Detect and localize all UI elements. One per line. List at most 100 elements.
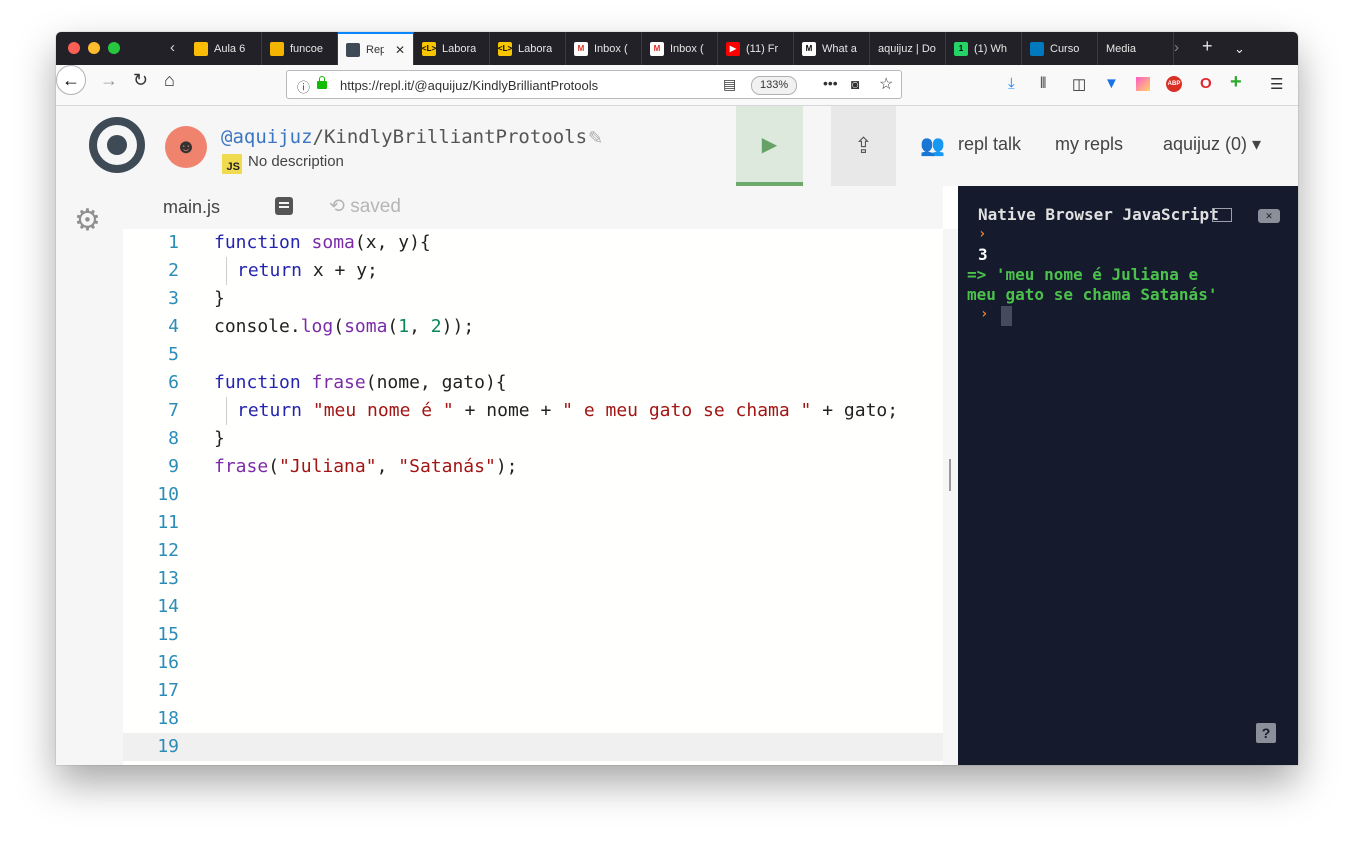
code-token: , [409,316,431,337]
language-badge: JS [222,154,242,174]
tab-label: Inbox ( [594,42,628,55]
downloads-icon[interactable]: ⤓ [1008,75,1015,92]
tab-scroll-right-icon[interactable]: › [1174,39,1179,56]
library-icon[interactable]: ⫴ [1040,75,1046,92]
repl-title[interactable]: @aquijuz/KindlyBrilliantProtools [221,126,587,148]
code-token: } [214,288,225,309]
share-button[interactable]: ⇪ [831,106,896,186]
back-button[interactable]: ← [56,65,86,95]
forward-button[interactable]: → [100,70,118,91]
edit-pencil-icon[interactable]: ✎ [588,128,603,149]
browser-tab[interactable]: <L> Labora [490,32,566,65]
code-token: frase [311,372,366,393]
console-pane[interactable]: Native Browser JavaScript ✕ › 3 => 'meu … [958,186,1298,765]
code-editor[interactable]: 1 2 3 4 5 6 7 8 9 10 11 12 13 14 15 16 17 18 19 function s… [123,229,943,765]
tab-scroll-left-icon[interactable]: ‹ [170,39,175,56]
page-actions-icon[interactable]: ••• [823,75,838,91]
replit-logo-icon[interactable] [89,117,145,173]
people-icon[interactable]: 👥 [920,133,945,158]
browser-tab[interactable]: M What a [794,32,870,65]
file-tab-main[interactable]: main.js [123,186,260,229]
url-text[interactable]: https://repl.it/@aquijuz/KindlyBrilliant… [340,78,598,93]
file-list-icon[interactable] [275,197,293,215]
zoom-window-button[interactable] [108,42,120,54]
browser-tab[interactable]: funcoe [262,32,338,65]
repl-header: ☻ @aquijuz/KindlyBrilliantProtools ✎ JS … [56,106,1298,186]
extension-color-icon[interactable] [1136,77,1150,91]
repl-owner[interactable]: @aquijuz [221,126,313,148]
list-tabs-icon[interactable]: ⌄ [1234,41,1245,57]
menu-icon[interactable]: ☰ [1270,75,1283,93]
code-line[interactable]: } [123,285,943,313]
browser-tab[interactable]: Curso [1022,32,1098,65]
minimize-window-button[interactable] [88,42,100,54]
code-line[interactable]: return x + y; [123,257,943,285]
save-status-label: saved [350,196,401,217]
code-line[interactable]: function soma(x, y){ [123,229,943,257]
line-number-row: 15 [123,621,943,649]
line-number-row: 5 [123,341,943,369]
sidebar-icon[interactable]: ◫ [1072,75,1086,93]
line-number-row: 11 [123,509,943,537]
code-token: "Juliana" [279,456,377,477]
code-token: soma [311,232,355,253]
gear-icon[interactable]: ⚙ [74,203,101,238]
reader-view-icon[interactable]: ▤ [723,76,736,93]
tab-label: Labora [442,42,477,55]
new-tab-icon[interactable]: + [1202,36,1213,57]
code-token: + gato; [811,400,899,421]
line-number: 15 [157,624,179,645]
browser-tab[interactable]: 1 (1) Wh [946,32,1022,65]
browser-tab[interactable]: M Inbox ( [642,32,718,65]
opera-icon[interactable]: O [1200,75,1212,92]
code-line[interactable]: function frase(nome, gato){ [123,369,943,397]
code-token: log [300,316,334,337]
code-token: x + y; [302,260,378,281]
tab-label: Repl [366,43,384,56]
code-token: , [376,456,399,477]
browser-tab[interactable]: Repl ✕ [338,32,414,65]
line-number: 12 [157,540,179,561]
avatar[interactable]: ☻ [165,126,207,168]
close-window-button[interactable] [68,42,80,54]
help-button[interactable]: ? [1256,723,1276,743]
browser-tab[interactable]: <L> Labora [414,32,490,65]
run-button[interactable]: ▶ [736,106,803,186]
repl-description[interactable]: No description [248,153,344,170]
code-line[interactable]: frase("Juliana", "Satanás"); [123,453,943,481]
browser-tab[interactable]: Media [1098,32,1174,65]
navigation-toolbar: ← → ↻ ⌂ ⓘ https://repl.it/@aquijuz/Kindl… [56,65,1298,106]
line-number: 11 [157,512,179,533]
close-icon[interactable]: ✕ [1258,209,1280,223]
code-token: function [214,232,301,253]
browser-tab[interactable]: ▶ (11) Fr [718,32,794,65]
url-bar[interactable]: ⓘ https://repl.it/@aquijuz/KindlyBrillia… [286,70,902,99]
browser-tab[interactable]: Aula 6 [186,32,262,65]
extension-v-icon[interactable]: ▼ [1104,75,1119,92]
home-button[interactable]: ⌂ [164,70,175,91]
bookmark-star-icon[interactable]: ☆ [879,74,893,94]
zoom-level-badge[interactable]: 133% [751,76,798,95]
tab-close-icon[interactable]: ✕ [395,43,405,57]
code-line[interactable]: return "meu nome é " + nome + " e meu ga… [123,397,943,425]
extension-plus-icon[interactable]: + [1230,71,1242,94]
repl-talk-link[interactable]: repl talk [958,134,1021,155]
code-line[interactable]: } [123,425,943,453]
editor-sidebar: ⚙ [56,186,123,765]
account-menu[interactable]: aquijuz (0) ▾ [1163,134,1261,155]
reload-button[interactable]: ↻ [133,70,148,91]
pane-resize-handle[interactable] [949,459,951,491]
browser-tab[interactable]: aquijuz | Do [870,32,946,65]
info-icon[interactable]: ⓘ [297,77,310,96]
code-line[interactable]: console.log(soma(1, 2)); [123,313,943,341]
expand-icon[interactable] [1212,208,1232,222]
line-number: 19 [157,736,179,757]
tab-favicon-icon: M [802,41,816,56]
pocket-icon[interactable]: ◙ [851,76,859,92]
my-repls-link[interactable]: my repls [1055,134,1123,155]
browser-tab[interactable]: M Inbox ( [566,32,642,65]
tab-label: aquijuz | Do [878,42,936,55]
line-number-row: 10 [123,481,943,509]
console-input-cursor[interactable] [1001,306,1012,326]
adblock-icon[interactable]: ABP [1166,76,1182,92]
